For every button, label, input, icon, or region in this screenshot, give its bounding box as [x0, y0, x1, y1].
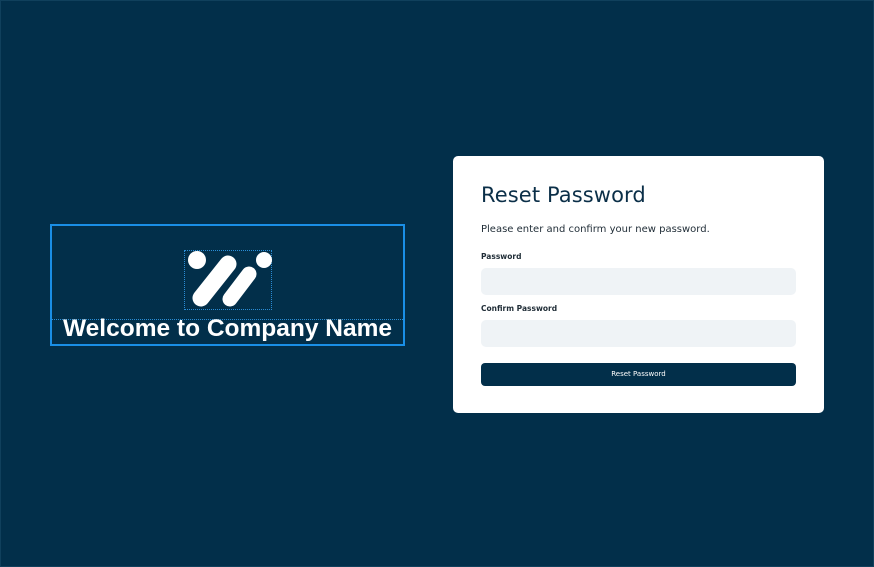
welcome-title: Welcome to Company Name	[62, 315, 392, 342]
confirm-password-input[interactable]	[481, 320, 796, 347]
password-input[interactable]	[481, 268, 796, 295]
page-background: Welcome to Company Name Reset Password P…	[0, 0, 874, 567]
card-title: Reset Password	[481, 183, 646, 207]
card-description: Please enter and confirm your new passwo…	[481, 224, 710, 235]
password-label: Password	[481, 252, 522, 261]
reset-password-button[interactable]: Reset Password	[481, 363, 796, 386]
reset-password-card: Reset Password Please enter and confirm …	[453, 156, 824, 413]
company-logo-icon	[184, 250, 272, 310]
confirm-password-label: Confirm Password	[481, 304, 558, 313]
brand-block: Welcome to Company Name	[50, 224, 405, 346]
